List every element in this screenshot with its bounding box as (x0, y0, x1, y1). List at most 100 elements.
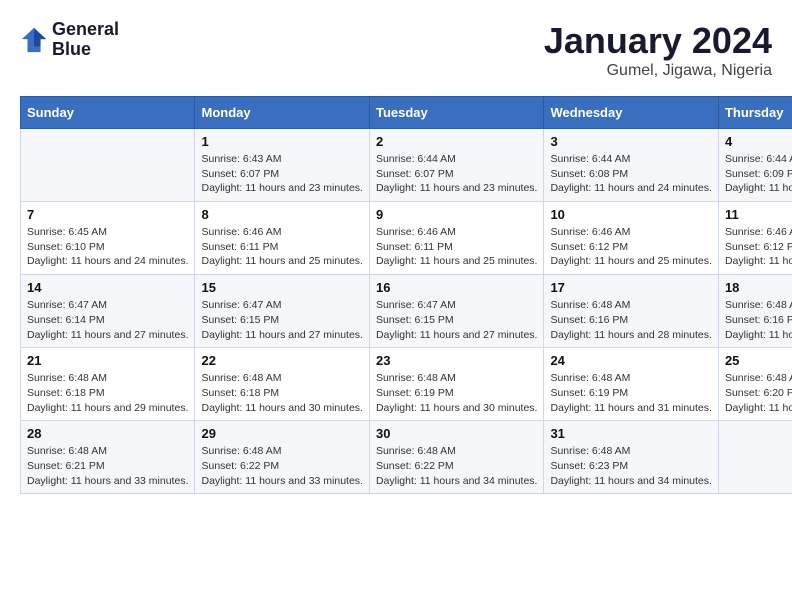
header-wednesday: Wednesday (544, 97, 718, 129)
sunrise-text: Sunrise: 6:43 AM (201, 152, 362, 167)
daylight-text: Daylight: 11 hours and 25 minutes. (550, 254, 711, 269)
date-number: 22 (201, 353, 362, 368)
sunrise-text: Sunrise: 6:46 AM (725, 225, 792, 240)
date-number: 1 (201, 134, 362, 149)
daylight-text: Daylight: 11 hours and 23 minutes. (201, 181, 362, 196)
sunset-text: Sunset: 6:22 PM (376, 459, 537, 474)
date-number: 28 (27, 426, 188, 441)
calendar-cell: 3Sunrise: 6:44 AMSunset: 6:08 PMDaylight… (544, 129, 718, 202)
cell-info: Sunrise: 6:47 AMSunset: 6:14 PMDaylight:… (27, 298, 188, 342)
cell-info: Sunrise: 6:44 AMSunset: 6:08 PMDaylight:… (550, 152, 711, 196)
sunrise-text: Sunrise: 6:47 AM (376, 298, 537, 313)
daylight-text: Daylight: 11 hours and 28 minutes. (725, 328, 792, 343)
calendar-cell: 25Sunrise: 6:48 AMSunset: 6:20 PMDayligh… (718, 348, 792, 421)
calendar-cell: 15 Sunrise: 6:47 AMSunset: 6:15 PMDayligh… (195, 275, 369, 348)
cell-info: Sunrise: 6:44 AMSunset: 6:07 PMDaylight:… (376, 152, 537, 196)
cell-info: Sunrise: 6:48 AMSunset: 6:19 PMDaylight:… (550, 371, 711, 415)
cell-info: Sunrise: 6:48 AMSunset: 6:22 PMDaylight:… (201, 444, 362, 488)
cell-info: Sunrise: 6:47 AMSunset: 6:15 PMDaylight:… (376, 298, 537, 342)
date-number: 4 (725, 134, 792, 149)
calendar-cell: 29 Sunrise: 6:48 AMSunset: 6:22 PMDayligh… (195, 421, 369, 494)
cell-info: Sunrise: 6:48 AMSunset: 6:16 PMDaylight:… (550, 298, 711, 342)
cell-info: Sunrise: 6:48 AMSunset: 6:23 PMDaylight:… (550, 444, 711, 488)
sunrise-text: Sunrise: 6:46 AM (201, 225, 362, 240)
calendar-cell: 28 Sunrise: 6:48 AMSunset: 6:21 PMDayligh… (21, 421, 195, 494)
daylight-text: Daylight: 11 hours and 24 minutes. (27, 254, 188, 269)
sunrise-text: Sunrise: 6:46 AM (376, 225, 537, 240)
calendar-week-3: 21Sunrise: 6:48 AMSunset: 6:18 PMDayligh… (21, 348, 792, 421)
cell-info: Sunrise: 6:48 AMSunset: 6:22 PMDaylight:… (376, 444, 537, 488)
logo-icon (20, 26, 48, 54)
sunset-text: Sunset: 6:10 PM (27, 240, 188, 255)
sunset-text: Sunset: 6:23 PM (550, 459, 711, 474)
calendar-cell: 7Sunrise: 6:45 AMSunset: 6:10 PMDaylight… (21, 202, 195, 275)
cell-info: Sunrise: 6:44 AMSunset: 6:09 PMDaylight:… (725, 152, 792, 196)
sunset-text: Sunset: 6:08 PM (550, 167, 711, 182)
daylight-text: Daylight: 11 hours and 26 minutes. (725, 254, 792, 269)
sunrise-text: Sunrise: 6:44 AM (376, 152, 537, 167)
calendar-cell: 23Sunrise: 6:48 AMSunset: 6:19 PMDayligh… (369, 348, 543, 421)
sunset-text: Sunset: 6:16 PM (550, 313, 711, 328)
cell-info: Sunrise: 6:47 AMSunset: 6:15 PMDaylight:… (201, 298, 362, 342)
calendar-cell: 18Sunrise: 6:48 AMSunset: 6:16 PMDayligh… (718, 275, 792, 348)
sunset-text: Sunset: 6:19 PM (376, 386, 537, 401)
date-number: 9 (376, 207, 537, 222)
daylight-text: Daylight: 11 hours and 23 minutes. (376, 181, 537, 196)
date-number: 21 (27, 353, 188, 368)
cell-info: Sunrise: 6:46 AMSunset: 6:12 PMDaylight:… (725, 225, 792, 269)
calendar-cell: 9Sunrise: 6:46 AMSunset: 6:11 PMDaylight… (369, 202, 543, 275)
date-number: 15 (201, 280, 362, 295)
daylight-text: Daylight: 11 hours and 27 minutes. (201, 328, 362, 343)
calendar-cell: 21Sunrise: 6:48 AMSunset: 6:18 PMDayligh… (21, 348, 195, 421)
calendar-cell: 2Sunrise: 6:44 AMSunset: 6:07 PMDaylight… (369, 129, 543, 202)
date-number: 17 (550, 280, 711, 295)
cell-info: Sunrise: 6:48 AMSunset: 6:21 PMDaylight:… (27, 444, 188, 488)
sunrise-text: Sunrise: 6:47 AM (201, 298, 362, 313)
cell-info: Sunrise: 6:45 AMSunset: 6:10 PMDaylight:… (27, 225, 188, 269)
calendar-week-4: 28Sunrise: 6:48 AMSunset: 6:21 PMDayligh… (21, 421, 792, 494)
calendar-week-1: 7Sunrise: 6:45 AMSunset: 6:10 PMDaylight… (21, 202, 792, 275)
sunrise-text: Sunrise: 6:48 AM (27, 444, 188, 459)
sunrise-text: Sunrise: 6:47 AM (27, 298, 188, 313)
sunrise-text: Sunrise: 6:48 AM (725, 298, 792, 313)
date-number: 10 (550, 207, 711, 222)
daylight-text: Daylight: 11 hours and 34 minutes. (376, 474, 537, 489)
sunset-text: Sunset: 6:11 PM (201, 240, 362, 255)
daylight-text: Daylight: 11 hours and 27 minutes. (376, 328, 537, 343)
daylight-text: Daylight: 11 hours and 33 minutes. (27, 474, 188, 489)
sunset-text: Sunset: 6:22 PM (201, 459, 362, 474)
daylight-text: Daylight: 11 hours and 24 minutes. (725, 181, 792, 196)
daylight-text: Daylight: 11 hours and 31 minutes. (550, 401, 711, 416)
sunset-text: Sunset: 6:19 PM (550, 386, 711, 401)
sunset-text: Sunset: 6:21 PM (27, 459, 188, 474)
cell-info: Sunrise: 6:43 AMSunset: 6:07 PMDaylight:… (201, 152, 362, 196)
sunrise-text: Sunrise: 6:48 AM (550, 371, 711, 386)
daylight-text: Daylight: 11 hours and 30 minutes. (376, 401, 537, 416)
header-monday: Monday (195, 97, 369, 129)
daylight-text: Daylight: 11 hours and 28 minutes. (550, 328, 711, 343)
date-number: 29 (201, 426, 362, 441)
sunrise-text: Sunrise: 6:48 AM (376, 444, 537, 459)
calendar-cell: 11Sunrise: 6:46 AMSunset: 6:12 PMDayligh… (718, 202, 792, 275)
daylight-text: Daylight: 11 hours and 30 minutes. (201, 401, 362, 416)
date-number: 14 (27, 280, 188, 295)
sunrise-text: Sunrise: 6:48 AM (550, 298, 711, 313)
calendar-cell: 14 Sunrise: 6:47 AMSunset: 6:14 PMDayligh… (21, 275, 195, 348)
daylight-text: Daylight: 11 hours and 33 minutes. (201, 474, 362, 489)
sunset-text: Sunset: 6:20 PM (725, 386, 792, 401)
date-number: 8 (201, 207, 362, 222)
calendar-cell: 10 Sunrise: 6:46 AMSunset: 6:12 PMDayligh… (544, 202, 718, 275)
cell-info: Sunrise: 6:46 AMSunset: 6:12 PMDaylight:… (550, 225, 711, 269)
sunset-text: Sunset: 6:14 PM (27, 313, 188, 328)
sunrise-text: Sunrise: 6:48 AM (376, 371, 537, 386)
sunset-text: Sunset: 6:07 PM (376, 167, 537, 182)
sunset-text: Sunset: 6:07 PM (201, 167, 362, 182)
daylight-text: Daylight: 11 hours and 34 minutes. (550, 474, 711, 489)
daylight-text: Daylight: 11 hours and 25 minutes. (201, 254, 362, 269)
sunset-text: Sunset: 6:09 PM (725, 167, 792, 182)
cell-info: Sunrise: 6:48 AMSunset: 6:20 PMDaylight:… (725, 371, 792, 415)
sunrise-text: Sunrise: 6:48 AM (550, 444, 711, 459)
calendar-header-row: SundayMondayTuesdayWednesdayThursdayFrid… (21, 97, 792, 129)
header-tuesday: Tuesday (369, 97, 543, 129)
sunrise-text: Sunrise: 6:44 AM (725, 152, 792, 167)
